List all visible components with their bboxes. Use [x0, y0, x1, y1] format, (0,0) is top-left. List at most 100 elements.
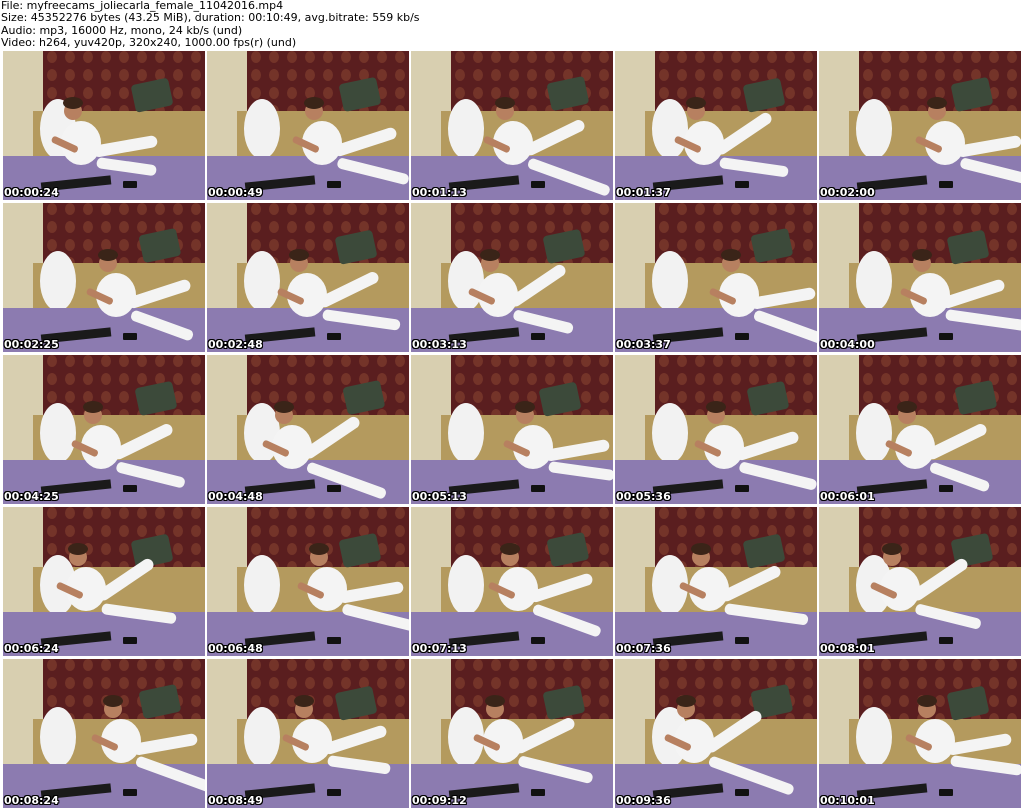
wallpaper-motif: [137, 677, 147, 689]
wallpaper-motif: [47, 695, 57, 707]
phone: [123, 181, 137, 188]
thumbnail-timestamp: 00:05:36: [616, 490, 671, 503]
wallpaper-motif: [917, 677, 927, 689]
wallpaper-motif: [269, 355, 279, 367]
video-frame-image: [615, 507, 817, 656]
white-pillow: [856, 251, 892, 311]
wallpaper-motif: [119, 391, 129, 403]
white-pillow: [652, 403, 688, 463]
wallpaper-motif: [527, 355, 537, 367]
wallpaper-motif: [599, 355, 609, 367]
wallpaper-motif: [971, 51, 981, 63]
wallpaper-motif: [305, 221, 315, 233]
wallpaper-motif: [695, 51, 705, 63]
wallpaper-motif: [581, 355, 591, 367]
wallpaper-motif: [677, 51, 687, 63]
wallpaper-motif: [803, 203, 813, 215]
wallpaper-motif: [713, 507, 723, 519]
wallpaper-motif: [509, 507, 519, 519]
white-pillow: [40, 403, 76, 463]
wallpaper-motif: [1007, 69, 1017, 81]
phone: [531, 181, 545, 188]
wallpaper-motif: [971, 659, 981, 671]
wallpaper-motif: [731, 659, 741, 671]
video-frame-image: [3, 51, 205, 200]
wallpaper-motif: [803, 355, 813, 367]
wallpaper-motif: [119, 525, 129, 537]
wallpaper-motif: [881, 373, 891, 385]
wallpaper-motif: [659, 51, 669, 63]
wallpaper-motif: [83, 203, 93, 215]
wallpaper-motif: [695, 69, 705, 81]
thumbnail-timestamp: 00:00:24: [4, 186, 59, 199]
wallpaper-motif: [47, 543, 57, 555]
wallpaper-motif: [713, 659, 723, 671]
video-info-line: Video: h264, yuv420p, 320x240, 1000.00 f…: [1, 36, 297, 50]
wallpaper-motif: [1007, 203, 1017, 215]
phone: [939, 333, 953, 340]
wallpaper-motif: [287, 525, 297, 537]
wallpaper-motif: [545, 203, 555, 215]
wallpaper-motif: [251, 695, 261, 707]
wallpaper-motif: [251, 507, 261, 519]
wallpaper-motif: [527, 51, 537, 63]
video-frame-image: [207, 355, 409, 504]
wallpaper-motif: [305, 69, 315, 81]
wallpaper-motif: [323, 355, 333, 367]
video-frame-image: [819, 507, 1021, 656]
figure-hair: [721, 249, 741, 261]
wallpaper-motif: [473, 373, 483, 385]
phone: [735, 485, 749, 492]
figure-hair: [897, 401, 917, 413]
figure-hair: [480, 249, 500, 261]
phone: [939, 485, 953, 492]
video-thumbnail: 00:04:25: [3, 355, 205, 504]
wallpaper-motif: [455, 695, 465, 707]
wallpaper-motif: [863, 543, 873, 555]
wallpaper-motif: [323, 695, 333, 707]
wallpaper-motif: [455, 69, 465, 81]
wallpaper-motif: [695, 695, 705, 707]
wallpaper-motif: [803, 677, 813, 689]
wallpaper-motif: [677, 203, 687, 215]
phone: [939, 789, 953, 796]
wallpaper-motif: [953, 507, 963, 519]
wallpaper-motif: [455, 355, 465, 367]
wallpaper-motif: [191, 221, 201, 233]
wallpaper-motif: [83, 87, 93, 99]
wallpaper-motif: [713, 543, 723, 555]
wallpaper-motif: [935, 355, 945, 367]
wallpaper-motif: [119, 87, 129, 99]
thumbnail-timestamp: 00:02:00: [820, 186, 875, 199]
wallpaper-motif: [83, 659, 93, 671]
wallpaper-motif: [377, 203, 387, 215]
wallpaper-motif: [491, 677, 501, 689]
figure-hair: [289, 249, 309, 261]
wallpaper-motif: [749, 507, 759, 519]
wallpaper-motif: [191, 373, 201, 385]
wallpaper-motif: [749, 221, 759, 233]
wallpaper-motif: [473, 543, 483, 555]
wallpaper-motif: [173, 69, 183, 81]
wallpaper-motif: [899, 87, 909, 99]
wallpaper-motif: [659, 239, 669, 251]
wallpaper-motif: [269, 695, 279, 707]
wallpaper-motif: [323, 221, 333, 233]
wallpaper-motif: [509, 239, 519, 251]
wallpaper-motif: [563, 355, 573, 367]
wallpaper-motif: [191, 525, 201, 537]
wallpaper-motif: [251, 659, 261, 671]
thumbnail-timestamp: 00:02:25: [4, 338, 59, 351]
wallpaper-motif: [47, 203, 57, 215]
wallpaper-motif: [359, 507, 369, 519]
wallpaper-motif: [803, 373, 813, 385]
white-pillow: [856, 403, 892, 463]
wallpaper-motif: [137, 69, 147, 81]
wallpaper-motif: [917, 87, 927, 99]
wallpaper-motif: [395, 373, 405, 385]
wallpaper-motif: [47, 525, 57, 537]
thumbnail-timestamp: 00:07:36: [616, 642, 671, 655]
wallpaper-motif: [119, 659, 129, 671]
wallpaper-motif: [659, 87, 669, 99]
video-thumbnail: 00:08:01: [819, 507, 1021, 656]
